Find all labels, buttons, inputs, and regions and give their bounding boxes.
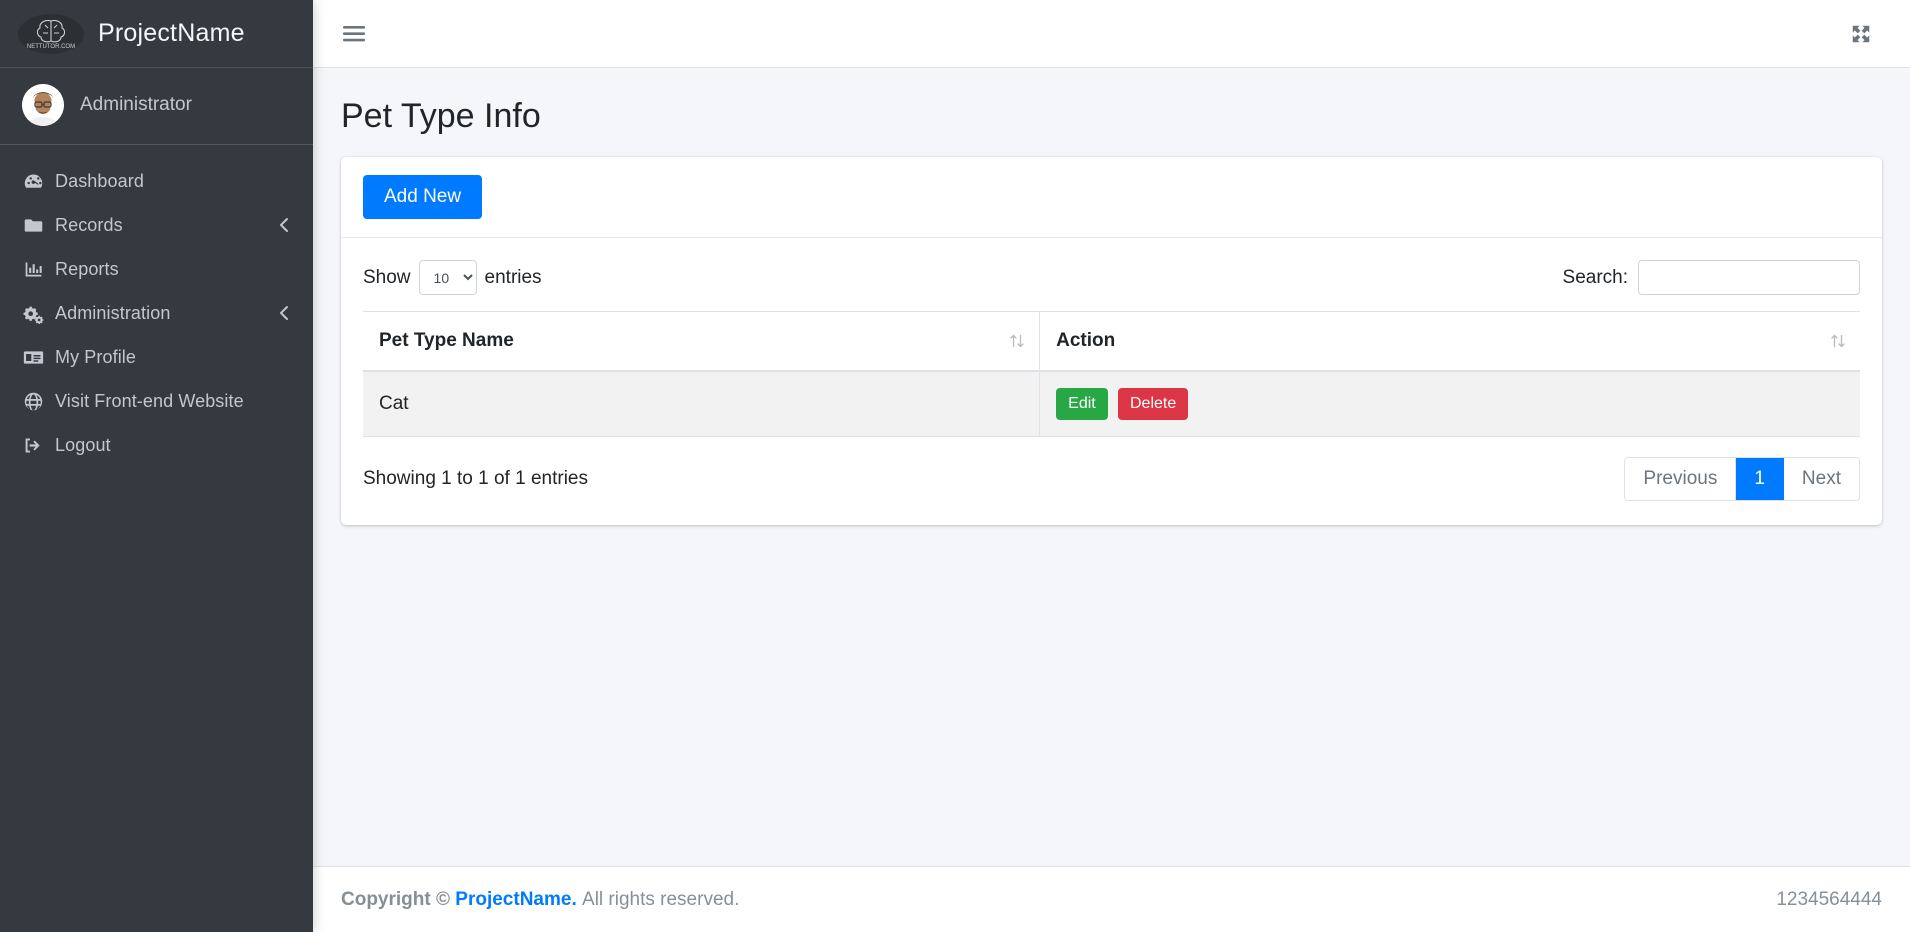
add-new-button[interactable]: Add New [363,175,482,219]
chevron-left-icon [278,305,290,321]
search-control: Search: [1563,260,1860,295]
sidebar-item-label: Reports [55,259,119,280]
datatable-footer: Showing 1 to 1 of 1 entries Previous 1 N… [363,437,1860,505]
chart-bar-icon [23,259,55,280]
brand-logo-icon: NETTUTOR.COM [18,14,84,54]
card-header: Add New [341,157,1882,238]
pet-type-card: Add New Show 10 25 50 100 entries [341,157,1882,525]
sidebar-item-my-profile[interactable]: My Profile [9,335,304,379]
main-area: Pet Type Info Add New Show 10 25 50 [313,0,1910,932]
pagination: Previous 1 Next [1624,457,1860,501]
globe-icon [23,391,55,412]
user-name: Administrator [80,94,192,116]
table-header-row: Pet Type Name Action [363,312,1860,372]
chevron-left-icon [278,217,290,233]
sidebar-item-label: Administration [55,303,170,324]
sidebar-item-label: Visit Front-end Website [55,391,244,412]
sort-icon [1009,333,1025,349]
dashboard-icon [23,171,55,192]
footer-rights-label: All rights reserved. [582,889,739,911]
topbar [313,0,1910,68]
search-label: Search: [1563,267,1628,289]
sort-icon [1830,333,1846,349]
sidebar-item-logout[interactable]: Logout [9,423,304,467]
sidebar-item-dashboard[interactable]: Dashboard [9,159,304,203]
footer: Copyright © ProjectName. All rights rese… [313,866,1910,932]
sidebar-item-records[interactable]: Records [9,203,304,247]
entries-length-control: Show 10 25 50 100 entries [363,260,542,295]
id-card-icon [23,347,55,368]
sidebar-item-label: Records [55,215,123,236]
table-head: Pet Type Name Action [363,312,1860,372]
entries-select[interactable]: 10 25 50 100 [419,260,477,295]
logout-icon [23,435,55,456]
cell-pet-type-name: Cat [363,371,1040,437]
content-area: Pet Type Info Add New Show 10 25 50 [313,68,1910,866]
datatable-controls: Show 10 25 50 100 entries Search: [363,254,1860,311]
pagination-next[interactable]: Next [1784,458,1859,500]
hamburger-icon[interactable] [333,13,375,55]
sidebar-item-administration[interactable]: Administration [9,291,304,335]
avatar [22,84,64,126]
search-input[interactable] [1638,260,1860,295]
column-header-action[interactable]: Action [1040,312,1860,372]
sidebar-item-label: Dashboard [55,171,144,192]
footer-copyright-label: Copyright © [341,889,450,911]
footer-brand-link[interactable]: ProjectName. [455,889,576,911]
sidebar-item-label: My Profile [55,347,136,368]
brand-header[interactable]: NETTUTOR.COM ProjectName [0,0,313,68]
show-label: Show [363,267,411,289]
entries-info: Showing 1 to 1 of 1 entries [363,468,588,490]
folder-icon [23,215,55,236]
entries-label: entries [485,267,542,289]
sidebar-item-label: Logout [55,435,111,456]
svg-text:NETTUTOR.COM: NETTUTOR.COM [27,44,75,50]
page-title: Pet Type Info [313,68,1910,157]
edit-button[interactable]: Edit [1056,388,1108,420]
user-panel[interactable]: Administrator [0,68,313,145]
table-body: Cat Edit Delete [363,371,1860,437]
table-row: Cat Edit Delete [363,371,1860,437]
card-body: Show 10 25 50 100 entries Search: [341,238,1882,525]
column-label: Action [1056,330,1115,351]
cell-action: Edit Delete [1040,371,1860,437]
pagination-previous[interactable]: Previous [1625,458,1736,500]
pet-type-table: Pet Type Name Action [363,311,1860,437]
column-label: Pet Type Name [379,330,514,351]
footer-version-text: 1234564444 [1776,889,1882,911]
sidebar: NETTUTOR.COM ProjectName [0,0,313,932]
brand-title: ProjectName [98,19,245,48]
sidebar-nav: Dashboard Records [0,145,313,932]
pagination-page-1[interactable]: 1 [1736,458,1784,500]
expand-arrows-icon[interactable] [1840,13,1882,55]
column-header-pet-type-name[interactable]: Pet Type Name [363,312,1040,372]
gears-icon [23,303,55,324]
sidebar-item-visit-front-end-website[interactable]: Visit Front-end Website [9,379,304,423]
delete-button[interactable]: Delete [1118,388,1188,420]
app-root: NETTUTOR.COM ProjectName [0,0,1910,932]
sidebar-item-reports[interactable]: Reports [9,247,304,291]
